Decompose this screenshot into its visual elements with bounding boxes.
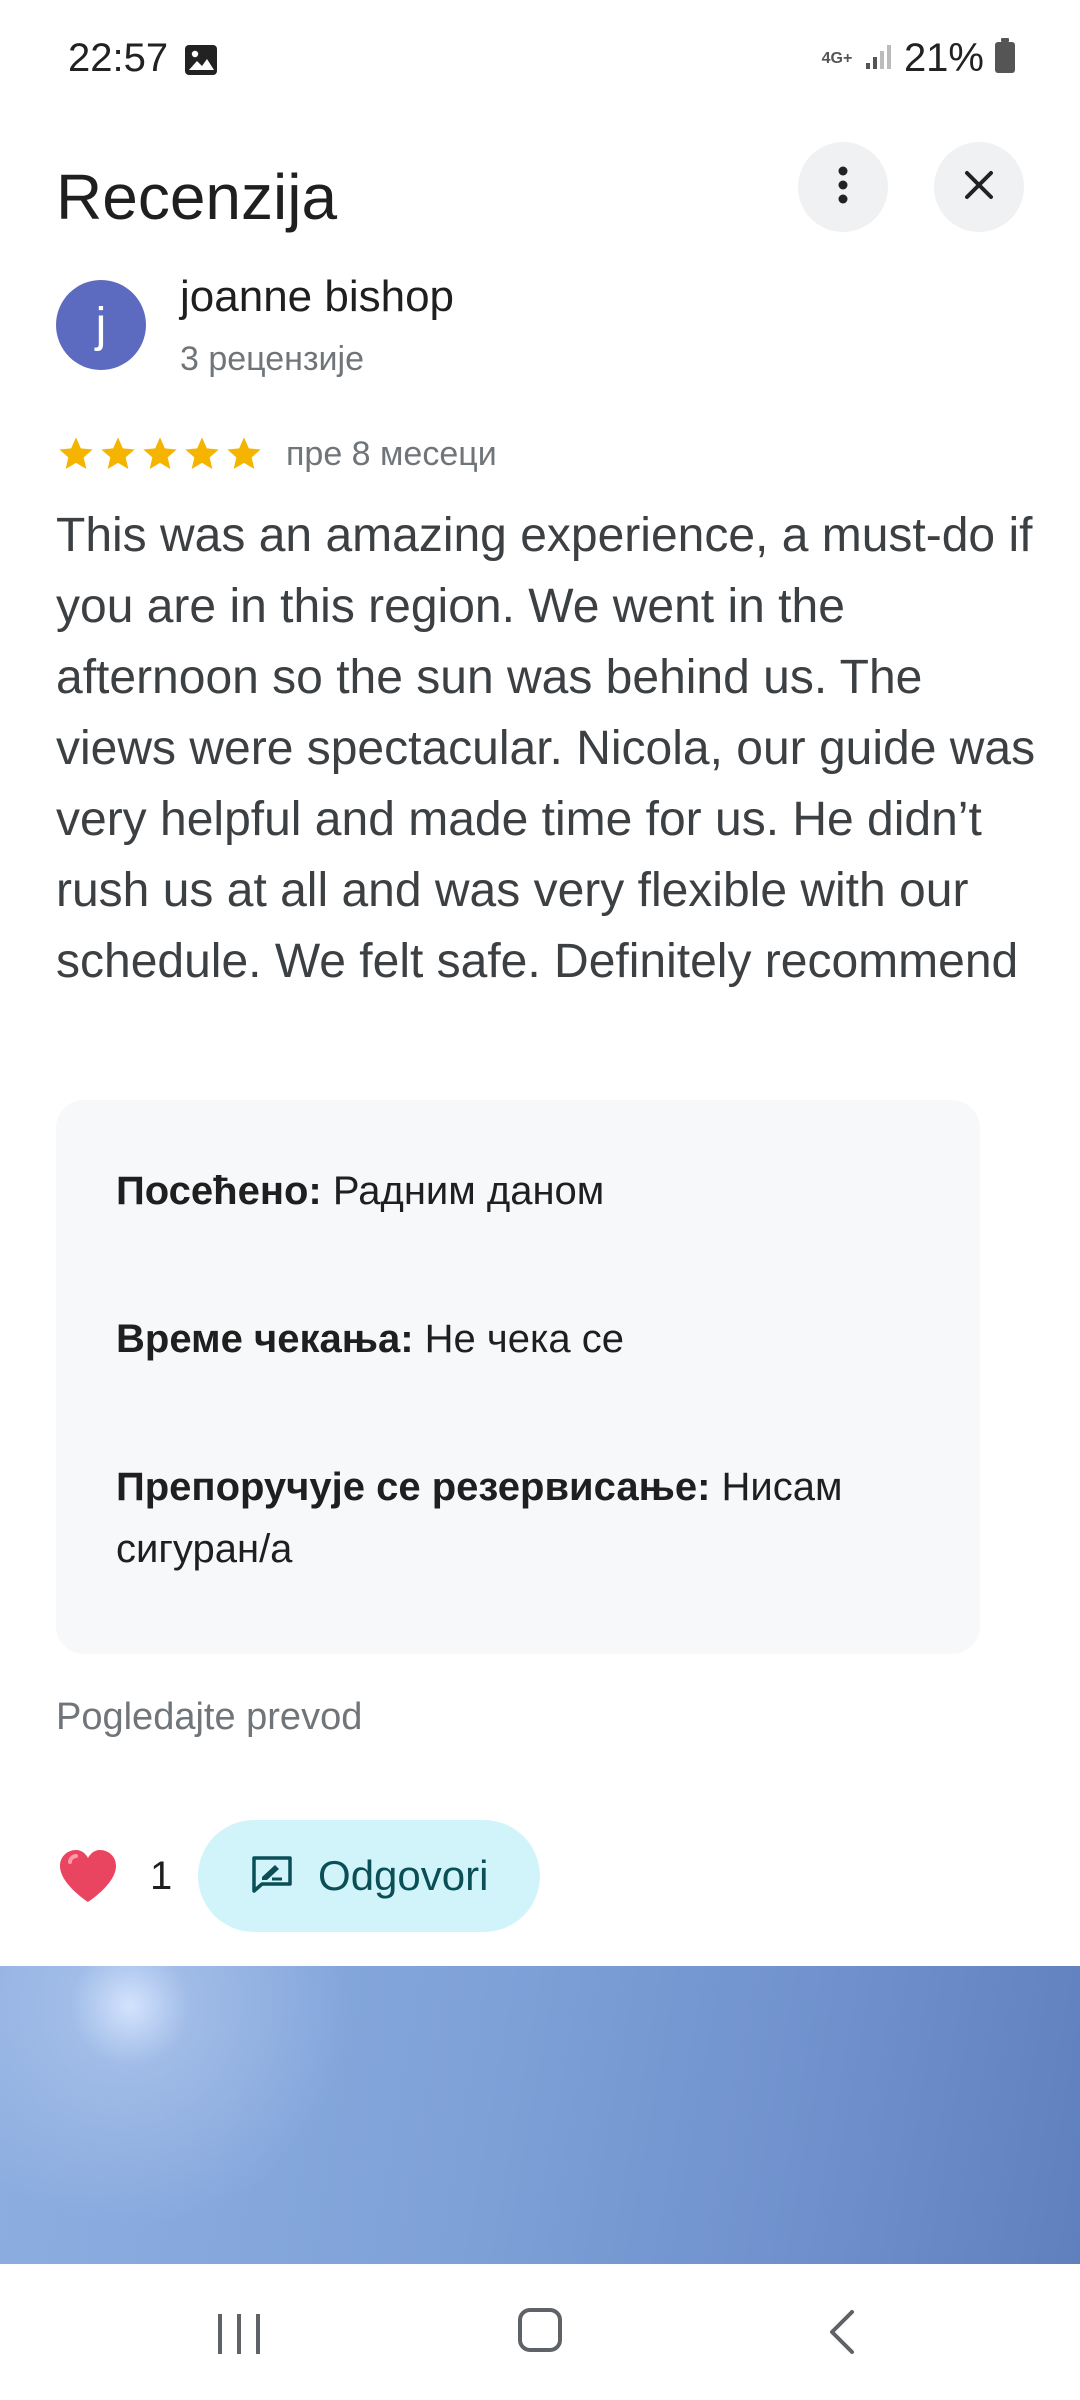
status-indicators: 4G+ 21% bbox=[820, 36, 1016, 81]
detail-wait-time: Време чекања: Не чека се bbox=[116, 1308, 926, 1370]
detail-label: Време чекања: bbox=[116, 1317, 414, 1361]
detail-label: Препоручује се резервисање: bbox=[116, 1465, 711, 1509]
review-photo[interactable] bbox=[0, 1966, 1080, 2264]
author-name[interactable]: joanne bishop bbox=[180, 272, 454, 322]
more-vert-icon bbox=[837, 165, 849, 210]
home-button[interactable] bbox=[518, 2308, 562, 2352]
star-rating bbox=[56, 434, 264, 474]
star-icon bbox=[185, 437, 219, 469]
reply-icon bbox=[250, 1854, 294, 1899]
status-bar: 22:57 4G+ 21% bbox=[0, 0, 1080, 120]
author-review-count: 3 рецензије bbox=[180, 340, 364, 378]
reply-label: Odgovori bbox=[318, 1852, 489, 1899]
rating-row: пре 8 месеци bbox=[56, 434, 497, 474]
back-button[interactable] bbox=[826, 2308, 856, 2361]
network-type: 4G+ bbox=[821, 49, 853, 67]
star-icon bbox=[227, 437, 261, 469]
like-count: 1 bbox=[150, 1853, 173, 1898]
see-translation-link[interactable]: Pogledajte prevod bbox=[56, 1696, 362, 1739]
detail-visited: Посећено: Радним даном bbox=[116, 1160, 926, 1222]
close-icon bbox=[963, 169, 995, 206]
avatar[interactable]: j bbox=[56, 280, 146, 370]
visit-details-card: Посећено: Радним даном Време чекања: Не … bbox=[56, 1100, 980, 1654]
page-title: Recenzija bbox=[56, 161, 338, 233]
recents-button[interactable] bbox=[216, 2312, 262, 2361]
review-text: This was an amazing experience, a must-d… bbox=[56, 509, 1036, 988]
battery-icon bbox=[994, 38, 1016, 79]
heart-icon[interactable] bbox=[56, 1846, 120, 1906]
detail-value: Радним даном bbox=[332, 1169, 605, 1213]
detail-label: Посећено: bbox=[116, 1169, 322, 1213]
star-icon bbox=[143, 437, 177, 469]
close-button[interactable] bbox=[934, 142, 1024, 232]
star-icon bbox=[59, 437, 93, 469]
battery-level: 21% bbox=[903, 36, 984, 80]
detail-reservation: Препоручује се резервисање: Нисам сигура… bbox=[116, 1456, 926, 1580]
more-options-button[interactable] bbox=[798, 142, 888, 232]
review-date: пре 8 месеци bbox=[286, 434, 497, 473]
image-icon bbox=[184, 44, 218, 76]
system-nav-bar bbox=[0, 2264, 1080, 2400]
review-actions: 1 Odgovori bbox=[56, 1820, 541, 1932]
signal-icon bbox=[864, 41, 894, 76]
reply-button[interactable]: Odgovori bbox=[198, 1820, 541, 1932]
detail-value: Не чека се bbox=[424, 1317, 624, 1361]
star-icon bbox=[101, 437, 135, 469]
status-time: 22:57 bbox=[68, 36, 169, 80]
